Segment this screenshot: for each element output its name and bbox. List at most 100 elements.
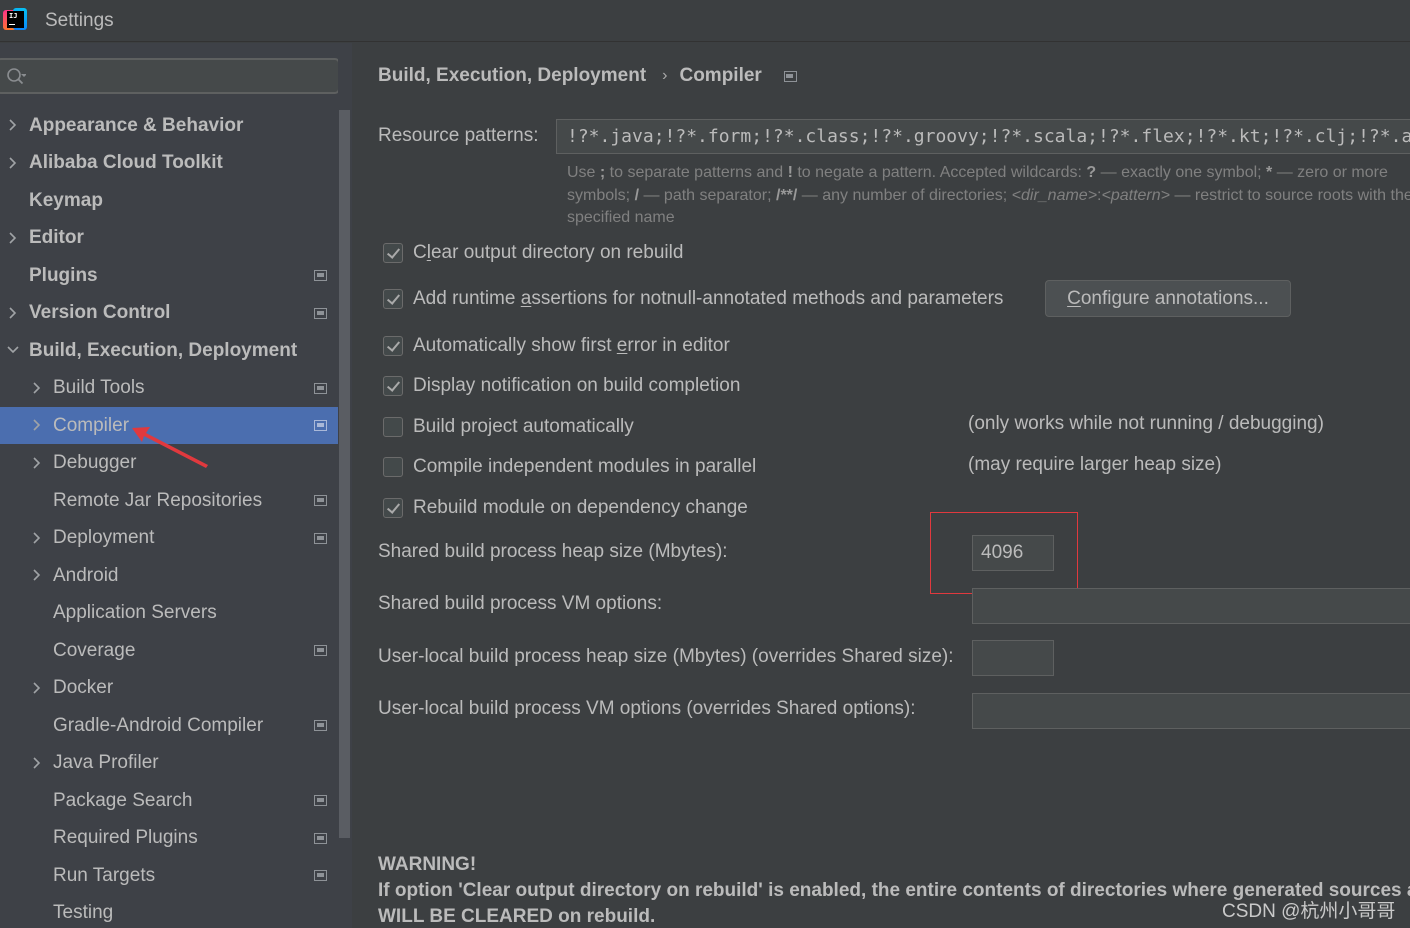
search-icon xyxy=(7,68,26,85)
chevron-right-icon[interactable] xyxy=(6,118,20,132)
project-scope-icon xyxy=(314,382,327,394)
sidebar-item-editor[interactable]: Editor xyxy=(0,220,338,257)
sidebar-item-label: Keymap xyxy=(29,189,103,211)
sidebar-item-alibaba-cloud-toolkit[interactable]: Alibaba Cloud Toolkit xyxy=(0,145,338,182)
warning-title: WARNING! xyxy=(378,854,477,875)
settings-sidebar: Appearance & Behavior Alibaba Cloud Toolk… xyxy=(0,43,352,928)
sidebar-item-keymap[interactable]: Keymap xyxy=(0,182,338,219)
option-automatically-show-first-error-in-editor[interactable]: Automatically show first error in editor xyxy=(383,331,730,361)
sidebar-item-run-targets[interactable]: Run Targets xyxy=(0,857,338,894)
checkbox-checked[interactable] xyxy=(383,498,403,518)
sidebar-item-application-servers[interactable]: Application Servers xyxy=(0,595,338,632)
sidebar-item-label: Compiler xyxy=(53,414,130,436)
sidebar-item-appearance-behavior[interactable]: Appearance & Behavior xyxy=(0,107,338,144)
user-heap-input[interactable] xyxy=(972,640,1054,676)
chevron-down-icon[interactable] xyxy=(6,343,20,357)
sidebar-item-remote-jar-repositories[interactable]: Remote Jar Repositories xyxy=(0,482,338,519)
option-label: Rebuild module on dependency change xyxy=(413,497,748,518)
window-title: Settings xyxy=(45,10,114,31)
shared-vm-options-label: Shared build process VM options: xyxy=(378,593,663,614)
option-build-project-automatically[interactable]: Build project automatically xyxy=(383,412,634,442)
sidebar-item-plugins[interactable]: Plugins xyxy=(0,257,338,294)
user-vm-options-label: User-local build process VM options (ove… xyxy=(378,698,916,719)
sidebar-item-label: Required Plugins xyxy=(53,827,198,848)
sidebar-item-label: Docker xyxy=(53,677,114,698)
option-label: Add runtime assertions for notnull-annot… xyxy=(413,288,1004,309)
sidebar-item-build-tools[interactable]: Build Tools xyxy=(0,370,338,407)
option-rebuild-module-on-dependency-change[interactable]: Rebuild module on dependency change xyxy=(383,493,748,523)
sidebar-item-deployment[interactable]: Deployment xyxy=(0,520,338,557)
configure-annotations-button[interactable]: Configure annotations... xyxy=(1045,280,1291,317)
checkbox-checked[interactable] xyxy=(383,336,403,356)
chevron-right-icon[interactable] xyxy=(30,456,44,470)
project-scope-icon xyxy=(314,532,327,544)
user-heap-label: User-local build process heap size (Mbyt… xyxy=(378,646,954,667)
option-label: Compile independent modules in parallel xyxy=(413,456,757,477)
sidebar-item-label: Deployment xyxy=(53,527,155,548)
checkbox-unchecked[interactable] xyxy=(383,457,403,477)
option-label: Clear output directory on rebuild xyxy=(413,242,684,263)
sidebar-item-label: Gradle-Android Compiler xyxy=(53,714,264,736)
resource-patterns-hint: Use ; to separate patterns and ! to nega… xyxy=(567,164,1410,226)
chevron-right-icon[interactable] xyxy=(30,756,44,770)
sidebar-item-android[interactable]: Android xyxy=(0,557,338,594)
project-scope-icon xyxy=(314,645,327,656)
shared-vm-options-input[interactable] xyxy=(972,588,1410,624)
chevron-right-icon[interactable] xyxy=(30,568,44,582)
chevron-right-icon[interactable] xyxy=(6,231,20,245)
option-display-notification-on-build-completion[interactable]: Display notification on build completion xyxy=(383,371,740,401)
sidebar-item-label: Testing xyxy=(53,902,114,923)
sidebar-item-testing[interactable]: Testing xyxy=(0,895,338,928)
sidebar-item-label: Android xyxy=(53,564,119,586)
chevron-right-icon[interactable] xyxy=(30,381,44,395)
resource-patterns-label: Resource patterns: xyxy=(378,125,539,146)
checkbox-checked[interactable] xyxy=(383,243,403,263)
chevron-right-icon[interactable] xyxy=(30,418,44,432)
sidebar-item-required-plugins[interactable]: Required Plugins xyxy=(0,820,338,857)
option-label: Build project automatically xyxy=(413,416,634,437)
checkbox-checked[interactable] xyxy=(383,289,403,309)
compiler-settings-panel: Build, Execution, Deployment › Compiler … xyxy=(352,43,1410,928)
intellij-idea-icon: IJ xyxy=(3,8,27,32)
sidebar-item-label: Build Tools xyxy=(53,377,145,398)
option-add-runtime-assertions-for-notnull-annotated-methods-and-parameters[interactable]: Add runtime assertions for notnull-annot… xyxy=(383,284,1003,314)
chevron-right-icon[interactable] xyxy=(30,531,44,545)
sidebar-item-version-control[interactable]: Version Control xyxy=(0,295,338,332)
user-vm-options-input[interactable] xyxy=(972,693,1410,729)
project-scope-icon xyxy=(314,270,327,281)
search-input[interactable] xyxy=(0,58,340,94)
sidebar-item-docker[interactable]: Docker xyxy=(0,670,338,707)
breadcrumb: Build, Execution, Deployment › Compiler xyxy=(378,65,797,87)
breadcrumb-current: Compiler xyxy=(679,65,762,86)
project-scope-icon xyxy=(314,832,327,844)
option-label: Automatically show first error in editor xyxy=(413,335,730,356)
sidebar-item-coverage[interactable]: Coverage xyxy=(0,632,338,669)
sidebar-item-label: Remote Jar Repositories xyxy=(53,489,263,511)
build-automatically-note: (only works while not running / debuggin… xyxy=(968,413,1324,434)
sidebar-item-build-execution-deployment[interactable]: Build, Execution, Deployment xyxy=(0,332,338,369)
chevron-right-icon[interactable] xyxy=(6,306,20,320)
sidebar-scrollbar-thumb[interactable] xyxy=(339,110,350,838)
watermark: CSDN @杭州小哥哥 xyxy=(1222,901,1396,922)
sidebar-item-label: Run Targets xyxy=(53,864,156,886)
sidebar-item-package-search[interactable]: Package Search xyxy=(0,782,338,819)
sidebar-item-label: Build, Execution, Deployment xyxy=(29,339,298,361)
shared-heap-input[interactable]: 4096 xyxy=(972,535,1054,571)
sidebar-item-java-profiler[interactable]: Java Profiler xyxy=(0,745,338,782)
sidebar-item-debugger[interactable]: Debugger xyxy=(0,445,338,482)
sidebar-item-label: Coverage xyxy=(53,639,136,661)
checkbox-unchecked[interactable] xyxy=(383,417,403,437)
sidebar-item-gradle-android-compiler[interactable]: Gradle-Android Compiler xyxy=(0,707,338,744)
chevron-right-icon[interactable] xyxy=(6,156,20,170)
sidebar-item-compiler[interactable]: Compiler xyxy=(0,407,352,444)
option-label: Display notification on build completion xyxy=(413,375,741,396)
project-scope-icon xyxy=(783,70,797,82)
project-scope-icon xyxy=(314,420,327,431)
chevron-right-icon[interactable] xyxy=(30,681,44,695)
breadcrumb-parent[interactable]: Build, Execution, Deployment xyxy=(378,65,646,87)
checkbox-checked[interactable] xyxy=(383,376,403,396)
option-clear-output-directory-on-rebuild[interactable]: Clear output directory on rebuild xyxy=(383,238,683,268)
option-compile-independent-modules-in-parallel[interactable]: Compile independent modules in parallel xyxy=(383,452,756,482)
resource-patterns-input[interactable]: !?*.java;!?*.form;!?*.class;!?*.groovy;!… xyxy=(556,119,1410,154)
sidebar-item-label: Debugger xyxy=(53,452,137,473)
